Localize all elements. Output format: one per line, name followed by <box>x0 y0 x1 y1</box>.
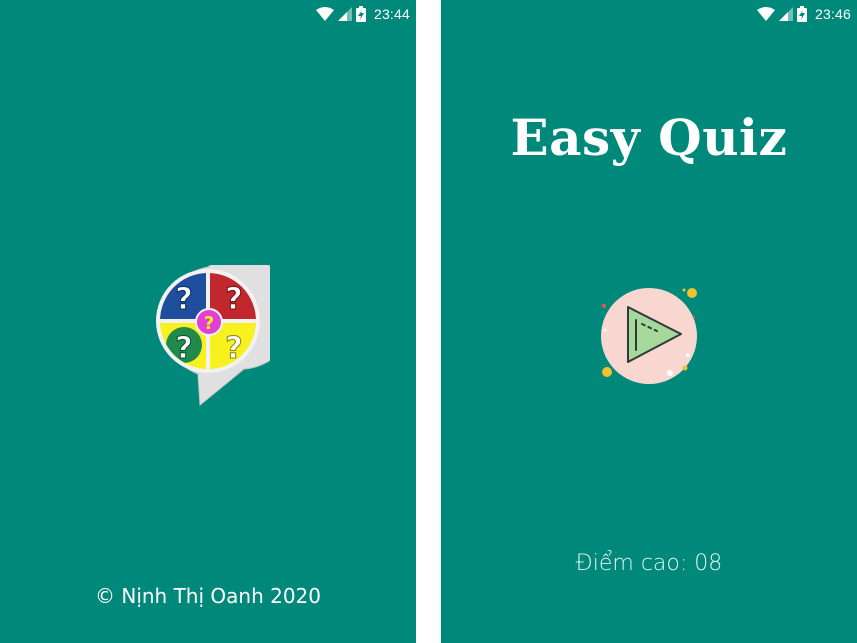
play-button-icon <box>601 288 697 384</box>
status-bar: 23:46 <box>441 0 857 28</box>
status-time: 23:46 <box>814 6 851 22</box>
high-score-label: Điểm cao: <box>575 551 688 576</box>
play-button[interactable] <box>595 284 705 384</box>
svg-text:?: ? <box>175 282 192 317</box>
wifi-icon <box>756 7 775 21</box>
svg-text:?: ? <box>204 313 214 334</box>
cell-signal-icon <box>778 7 793 21</box>
status-bar: 23:44 <box>0 0 416 28</box>
battery-charging-icon <box>355 6 366 22</box>
svg-text:?: ? <box>225 331 242 366</box>
high-score: Điểm cao: 08 <box>441 551 857 576</box>
app-title: Easy Quiz <box>510 108 788 167</box>
status-time: 23:44 <box>373 6 410 22</box>
svg-text:?: ? <box>225 282 242 317</box>
wifi-icon <box>315 7 334 21</box>
battery-charging-icon <box>796 6 807 22</box>
splash-screen: 23:44 ? ? ? ? ? © Nịnh Thị Oanh 2020 <box>0 0 416 643</box>
copyright-text: © Nịnh Thị Oanh 2020 <box>95 584 321 608</box>
svg-text:?: ? <box>175 331 192 366</box>
high-score-value: 08 <box>694 551 723 576</box>
quiz-speech-bubble-logo-icon: ? ? ? ? ? <box>150 256 297 407</box>
cell-signal-icon <box>337 7 352 21</box>
